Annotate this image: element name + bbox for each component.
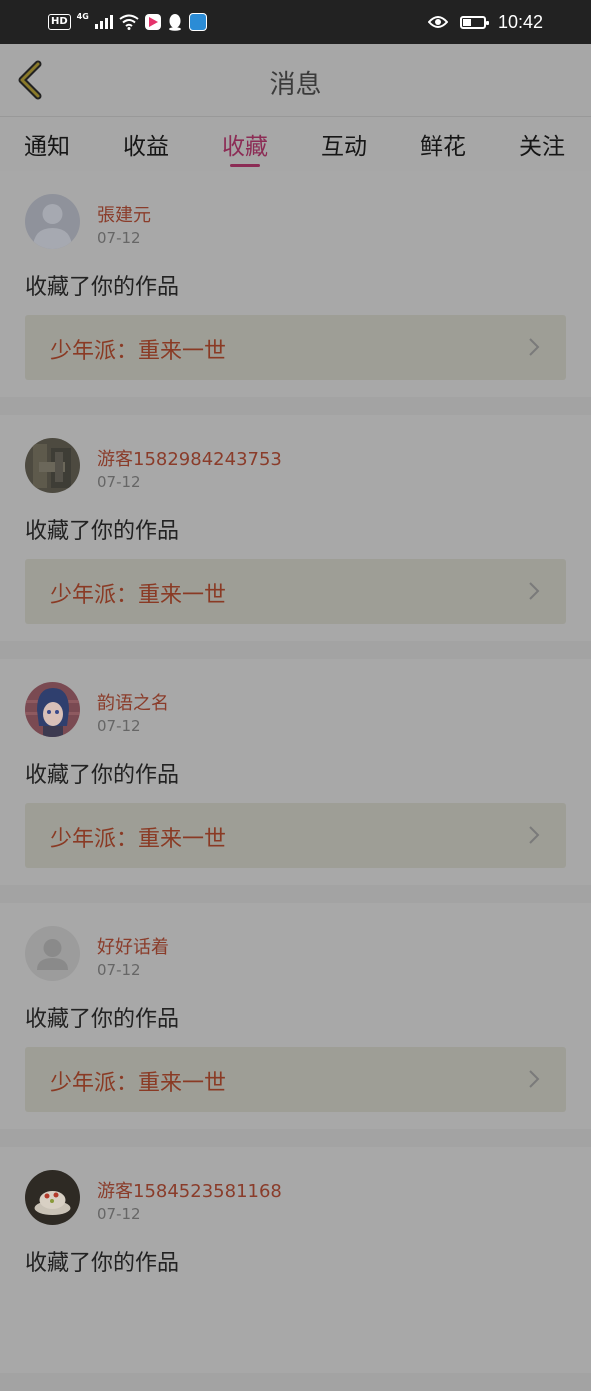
work-title: 少年派：重来一世 bbox=[50, 827, 227, 852]
message-text: 收藏了你的作品 bbox=[25, 275, 180, 300]
work-title: 少年派：重来一世 bbox=[50, 583, 227, 608]
work-title: 少年派：重来一世 bbox=[50, 1071, 227, 1096]
tab-flowers[interactable]: 鲜花 bbox=[420, 127, 466, 161]
status-time: 10:42 bbox=[497, 11, 543, 32]
status-bar: HD 4G 10:42 bbox=[0, 0, 591, 44]
message-text: 收藏了你的作品 bbox=[25, 1251, 180, 1276]
list-item: 韵语之名 07-12 收藏了你的作品 少年派：重来一世 bbox=[0, 659, 591, 885]
hd-icon: HD bbox=[48, 14, 71, 30]
tab-label: 关注 bbox=[519, 134, 565, 160]
active-tab-indicator bbox=[230, 164, 260, 167]
eye-comfort-icon bbox=[427, 16, 448, 28]
tab-following[interactable]: 关注 bbox=[519, 127, 565, 161]
tab-label: 收益 bbox=[123, 134, 169, 160]
tab-label: 互动 bbox=[321, 134, 367, 160]
network-type-label: 4G bbox=[76, 11, 89, 21]
tab-label: 通知 bbox=[24, 134, 70, 160]
chevron-right-icon bbox=[529, 338, 540, 356]
username[interactable]: 好好话着 bbox=[97, 933, 169, 959]
cake-avatar-icon[interactable] bbox=[25, 1170, 80, 1225]
chevron-right-icon bbox=[529, 1070, 540, 1088]
chevron-right-icon bbox=[529, 826, 540, 844]
favorites-message-list: 張建元 07-12 收藏了你的作品 少年派：重来一世 游客15829842437… bbox=[0, 171, 591, 1391]
message-date: 07-12 bbox=[97, 717, 141, 735]
message-date: 07-12 bbox=[97, 961, 141, 979]
username[interactable]: 游客1584523581168 bbox=[97, 1177, 282, 1203]
tab-bar: 通知 收益 收藏 互动 鲜花 关注 bbox=[0, 116, 591, 171]
tab-notifications[interactable]: 通知 bbox=[24, 127, 70, 161]
wifi-icon bbox=[119, 14, 139, 30]
top-app-bar: 消息 bbox=[0, 44, 591, 116]
username[interactable]: 韵语之名 bbox=[97, 689, 169, 715]
photo-avatar-icon[interactable] bbox=[25, 438, 80, 493]
qq-icon bbox=[168, 14, 181, 31]
message-text: 收藏了你的作品 bbox=[25, 763, 180, 788]
username[interactable]: 張建元 bbox=[97, 201, 151, 227]
list-item: 張建元 07-12 收藏了你的作品 少年派：重来一世 bbox=[0, 171, 591, 397]
message-text: 收藏了你的作品 bbox=[25, 1007, 180, 1032]
tab-label: 收藏 bbox=[222, 134, 268, 160]
work-link[interactable]: 少年派：重来一世 bbox=[25, 1047, 566, 1112]
work-link[interactable]: 少年派：重来一世 bbox=[25, 315, 566, 380]
signal-icon bbox=[94, 15, 113, 29]
list-item: 游客1582984243753 07-12 收藏了你的作品 少年派：重来一世 bbox=[0, 415, 591, 641]
work-title: 少年派：重来一世 bbox=[50, 339, 227, 364]
message-date: 07-12 bbox=[97, 1205, 141, 1223]
status-left-icons: HD 4G bbox=[48, 10, 207, 34]
tab-interactions[interactable]: 互动 bbox=[321, 127, 367, 161]
tab-earnings[interactable]: 收益 bbox=[123, 127, 169, 161]
list-item: 好好话着 07-12 收藏了你的作品 少年派：重来一世 bbox=[0, 903, 591, 1129]
message-date: 07-12 bbox=[97, 473, 141, 491]
message-date: 07-12 bbox=[97, 229, 141, 247]
list-item: 游客1584523581168 07-12 收藏了你的作品 bbox=[0, 1147, 591, 1373]
default-avatar-icon[interactable] bbox=[25, 926, 80, 981]
browser-app-icon bbox=[188, 13, 207, 31]
video-app-icon bbox=[144, 14, 161, 30]
username[interactable]: 游客1582984243753 bbox=[97, 445, 282, 471]
default-avatar-icon[interactable] bbox=[25, 194, 80, 249]
status-right-icons: 10:42 bbox=[427, 10, 543, 34]
battery-icon bbox=[459, 15, 489, 29]
tab-label: 鲜花 bbox=[420, 134, 466, 160]
page-title: 消息 bbox=[269, 70, 322, 100]
tab-favorites[interactable]: 收藏 bbox=[222, 127, 268, 167]
work-link[interactable]: 少年派：重来一世 bbox=[25, 559, 566, 624]
message-text: 收藏了你的作品 bbox=[25, 519, 180, 544]
work-link[interactable]: 少年派：重来一世 bbox=[25, 803, 566, 868]
anime-avatar-icon[interactable] bbox=[25, 682, 80, 737]
chevron-right-icon bbox=[529, 582, 540, 600]
